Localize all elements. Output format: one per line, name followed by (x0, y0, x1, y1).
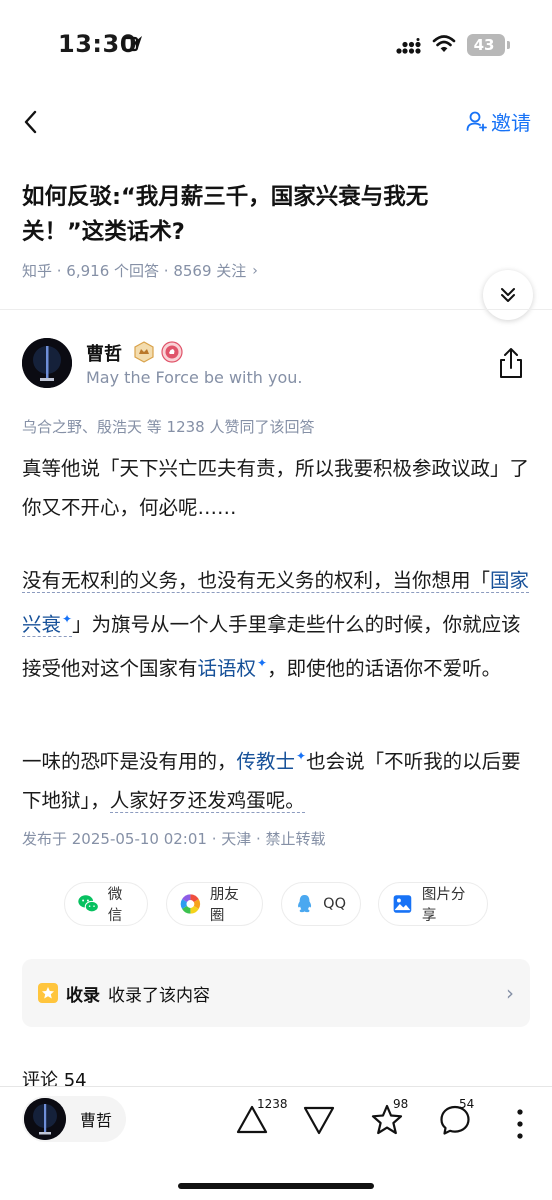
downvote-button[interactable] (301, 1102, 337, 1138)
share-moments-button[interactable]: 朋友圈 (166, 882, 263, 926)
answer-paragraph-1: 真等他说「天下兴亡匹夫有责，所以我要积极参政议政」了你又不开心，何必呢…… (22, 457, 530, 519)
status-bar: 13:30 43 (0, 0, 552, 90)
chevron-right-icon: › (252, 262, 258, 279)
avatar (24, 1098, 66, 1140)
collection-card[interactable]: 收录 收录了该内容 › (22, 959, 530, 1027)
share-qq-label: QQ (323, 896, 346, 912)
person-add-icon (466, 111, 487, 132)
invite-label: 邀请 (491, 110, 531, 135)
more-vertical-icon (517, 1109, 523, 1139)
bottom-divider (0, 1086, 552, 1087)
avatar-image (24, 1098, 66, 1140)
bottom-author-name: 曹哲 (80, 1111, 113, 1130)
question-meta-text: 知乎 · 6,916 个回答 · 8569 关注 (22, 262, 247, 280)
battery-tip (507, 41, 510, 49)
sparkle-icon: ✦ (62, 612, 73, 626)
upvote-count: 1238 (257, 1097, 288, 1111)
favorite-count: 98 (393, 1097, 409, 1111)
collection-text: 收录了该内容 (108, 985, 210, 1006)
sparkle-icon: ✦ (257, 656, 268, 670)
battery-icon: 43 (467, 34, 505, 56)
question-title[interactable]: 如何反驳:“我月薪三千，国家兴衰与我无关！”这类话术? (22, 180, 492, 250)
home-indicator (178, 1183, 374, 1189)
header-divider (0, 309, 552, 310)
answer-paragraph-3: 一味的恐吓是没有用的，传教士✦也会说「不听我的以后要下地狱」，人家好歹还发鸡蛋呢… (22, 737, 534, 820)
bottom-author-chip[interactable]: 曹哲 (22, 1096, 126, 1142)
avatar-image (22, 338, 72, 388)
more-button[interactable] (502, 1106, 523, 1139)
share-moments-label: 朋友圈 (209, 887, 239, 924)
share-qq-button[interactable]: QQ (281, 882, 361, 926)
keyword-link-missionary[interactable]: 传教士 (237, 750, 296, 773)
upvote-summary[interactable]: 乌合之野、殷浩天 等 1238 人赞同了该回答 (22, 416, 314, 437)
author-name[interactable]: 曹哲 (86, 340, 122, 366)
question-meta[interactable]: 知乎 · 6,916 个回答 · 8569 关注 › (22, 260, 258, 281)
image-share-icon (393, 895, 412, 913)
publish-info: 发布于 2025-05-10 02:01 · 天津 · 禁止转载 (22, 830, 326, 848)
like-badge-icon[interactable] (161, 341, 183, 363)
share-wechat-button[interactable]: 微信 (64, 882, 148, 926)
moments-icon (180, 894, 201, 914)
share-wechat-label: 微信 (107, 887, 123, 924)
qq-icon (298, 895, 312, 913)
double-chevron-down-icon (501, 288, 515, 302)
collapse-button[interactable] (483, 270, 533, 320)
location-arrow-icon (122, 36, 142, 52)
share-image-button[interactable]: 图片分享 (378, 882, 488, 926)
highlighted-text[interactable]: 人家好歹还发鸡蛋呢。 (109, 789, 305, 813)
wechat-icon (78, 895, 99, 913)
wifi-icon (432, 35, 456, 52)
answer-paragraph-2: 没有无权利的义务，也没有无义务的权利，当你想用「国家兴衰✦」为旗号从一个人手里拿… (22, 561, 534, 688)
chevron-left-icon[interactable] (14, 104, 50, 140)
downvote-triangle-icon (303, 1106, 335, 1135)
answer-text: 没有无权利的义务，也没有无义务的权利，当你想用「 (22, 569, 491, 592)
cellular-signal-icon (396, 38, 421, 54)
collection-label: 收录 (66, 985, 100, 1006)
creator-badge-icon[interactable] (133, 341, 155, 363)
battery-level: 43 (473, 36, 495, 54)
avatar[interactable] (22, 338, 72, 388)
author-bio: May the Force be with you. (86, 368, 303, 387)
answer-text: ，即使他的话语你不爱听。 (267, 657, 502, 680)
share-icon[interactable] (496, 346, 526, 380)
collection-star-icon (38, 983, 58, 1003)
invite-button[interactable]: 邀请 (466, 106, 531, 136)
answer-text: 一味的恐吓是没有用的， (22, 750, 237, 773)
chevron-right-icon: › (506, 981, 514, 1005)
comment-count: 54 (459, 1097, 475, 1111)
keyword-link-discourse-power[interactable]: 话语权 (198, 657, 257, 680)
sparkle-icon: ✦ (296, 749, 307, 763)
share-image-label: 图片分享 (421, 887, 466, 924)
